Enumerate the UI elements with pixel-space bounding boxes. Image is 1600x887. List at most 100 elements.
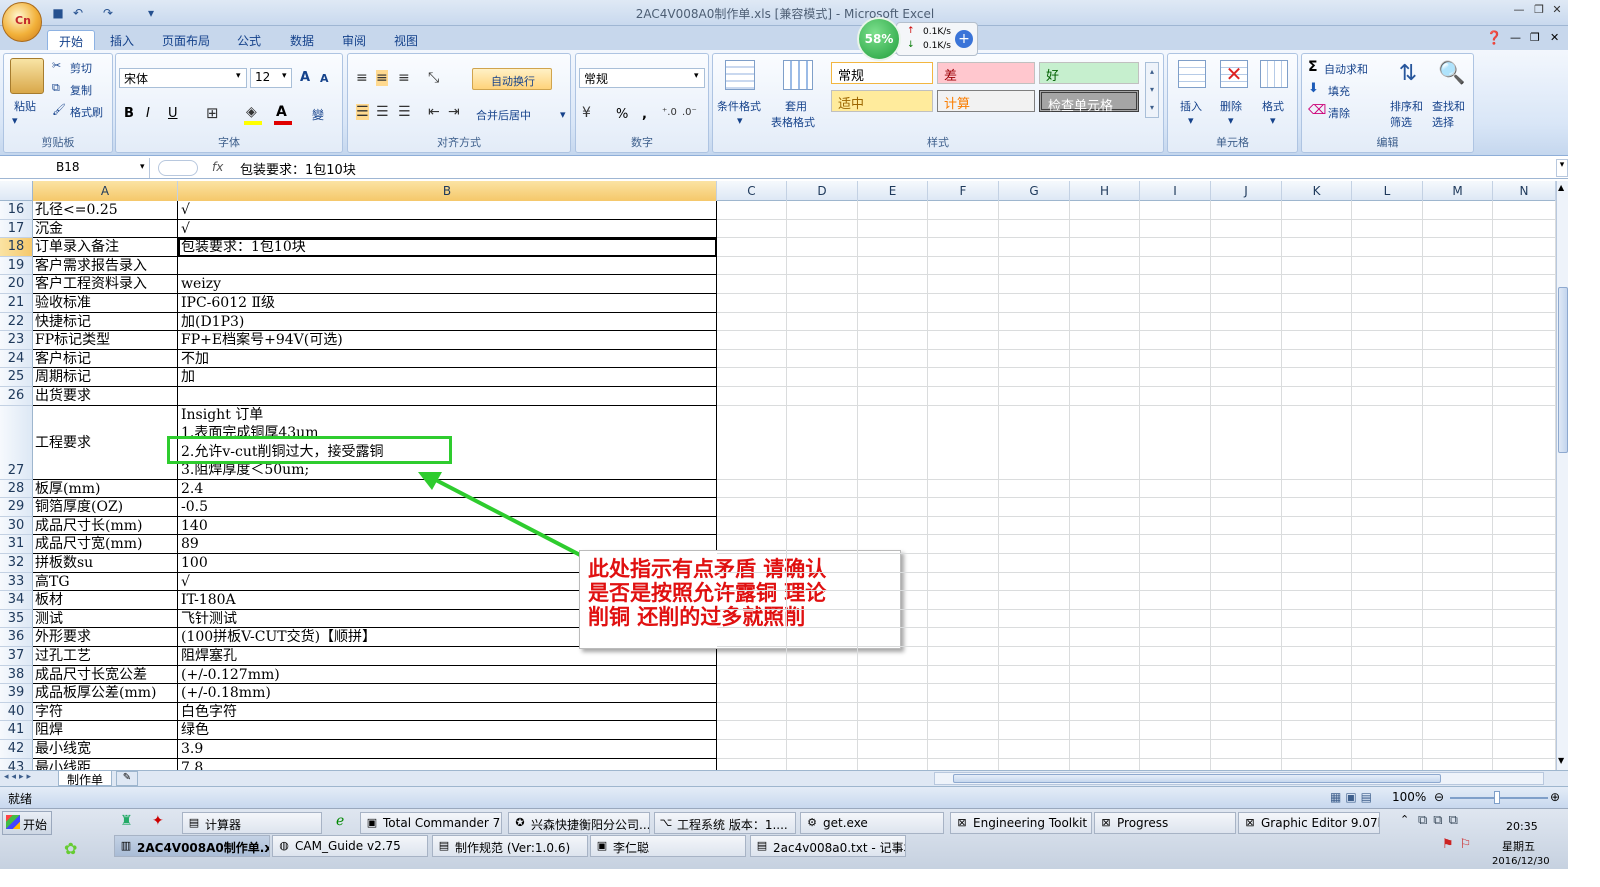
shrink-font-button[interactable]: A	[320, 72, 329, 85]
horizontal-scroll-thumb[interactable]	[953, 774, 1441, 783]
find-select-icon[interactable]: 🔍	[1438, 60, 1466, 88]
taskbar-item[interactable]: ⊠ Graphic Editor 9.07b2 ...	[1238, 812, 1380, 834]
cell-a[interactable]: 客户需求报告录入	[33, 256, 178, 276]
cell-a[interactable]: 板材	[33, 591, 178, 610]
taskbar-item[interactable]: ▤ 计算器	[182, 812, 322, 834]
cell-b[interactable]: 绿色	[178, 721, 717, 740]
row-header[interactable]: 26	[0, 387, 33, 406]
row-header[interactable]: 42	[0, 740, 33, 759]
row-header[interactable]: 36	[0, 628, 33, 647]
clock-time[interactable]: 20:35	[1506, 820, 1538, 833]
tray-icons-row2[interactable]: ⚑⚐	[1442, 837, 1477, 852]
start-button[interactable]: 开始	[2, 811, 52, 835]
column-header-6[interactable]: F	[928, 181, 999, 201]
cut-icon[interactable]: ✂	[52, 59, 61, 72]
format-dropdown-icon[interactable]: ▾	[1270, 114, 1276, 127]
cell-b[interactable]: (+/-0.18mm)	[178, 684, 717, 703]
column-header-13[interactable]: M	[1423, 181, 1493, 201]
column-header-1[interactable]: A	[33, 181, 178, 201]
column-header-14[interactable]: N	[1493, 181, 1556, 201]
cell-a[interactable]: 成品板厚公差(mm)	[33, 684, 178, 703]
cell-a[interactable]: 成品尺寸长宽公差	[33, 665, 178, 685]
align-right-icon[interactable]: ☰	[398, 104, 411, 120]
cell-a[interactable]: 高TG	[33, 572, 178, 592]
cell-b[interactable]: IPC-6012 Ⅱ级	[178, 294, 717, 313]
minimize-icon[interactable]: —	[1510, 3, 1528, 17]
sort-filter-button-line2[interactable]: 筛选	[1390, 114, 1412, 130]
style-calculation[interactable]: 计算	[937, 90, 1035, 112]
name-box[interactable]: B18	[0, 158, 150, 178]
copy-button[interactable]: 复制	[70, 82, 92, 98]
new-sheet-icon[interactable]: ✎	[116, 771, 138, 786]
increase-indent-icon[interactable]: ⇥	[448, 104, 460, 120]
tab-review[interactable]: 审阅	[336, 30, 372, 50]
copy-icon[interactable]: ⧉	[52, 81, 60, 95]
zoom-out-icon[interactable]: ⊖	[1434, 790, 1444, 804]
save-icon[interactable]: ■	[50, 5, 66, 21]
row-header[interactable]: 39	[0, 684, 33, 703]
cell-a[interactable]: 测试	[33, 609, 178, 629]
percent-button[interactable]: %	[616, 107, 628, 122]
row-header[interactable]: 32	[0, 554, 33, 573]
cut-button[interactable]: 剪切	[70, 60, 92, 76]
merge-dropdown-icon[interactable]: ▾	[560, 108, 566, 121]
scroll-up-icon[interactable]: ▲	[1558, 183, 1564, 192]
bold-button[interactable]: B	[124, 106, 134, 121]
column-header-4[interactable]: D	[787, 181, 858, 201]
merge-center-button[interactable]: 合并后居中	[476, 107, 531, 123]
phonetic-button[interactable]: 變	[312, 106, 324, 123]
style-normal[interactable]: 常规	[831, 62, 933, 84]
select-all-corner[interactable]	[0, 181, 33, 201]
cell-a[interactable]: 成品尺寸长(mm)	[33, 516, 178, 536]
vertical-scroll-thumb[interactable]	[1558, 287, 1568, 453]
column-header-7[interactable]: G	[999, 181, 1070, 201]
row-header[interactable]: 31	[0, 535, 33, 554]
grow-font-button[interactable]: A	[300, 70, 310, 85]
column-header-3[interactable]: C	[717, 181, 787, 201]
taskbar-item[interactable]: ▥ 2AC4V008A0制作单.x...	[114, 835, 270, 857]
row-header[interactable]: 28	[0, 479, 33, 499]
pdf-icon[interactable]: ✦	[152, 813, 164, 829]
taskbar-item[interactable]: ▣ Total Commander 7.0 ...	[360, 812, 502, 834]
cell-a[interactable]: 快捷标记	[33, 312, 178, 332]
browser-icon[interactable]: ℯ	[336, 813, 344, 829]
sheet-tab-active[interactable]: 制作单	[58, 771, 112, 787]
delete-cells-icon[interactable]: ✕	[1220, 60, 1248, 88]
horizontal-scrollbar[interactable]	[934, 772, 1544, 785]
cell-b[interactable]: 不加	[178, 349, 717, 369]
style-bad[interactable]: 差	[937, 62, 1035, 84]
customize-toolbar-icon[interactable]: ▾	[143, 5, 159, 21]
number-format-select[interactable]: 常规	[579, 68, 705, 88]
cell-b[interactable]: 3.9	[178, 740, 717, 759]
align-middle-icon[interactable]: ≡	[376, 70, 388, 86]
sort-filter-icon[interactable]: ⇅	[1394, 60, 1422, 88]
row-header[interactable]: 29	[0, 498, 33, 517]
close-icon[interactable]: ✕	[1548, 3, 1566, 17]
net-speed-percent[interactable]: 58%	[857, 17, 901, 61]
increase-decimal-icon[interactable]: ⁺.0	[662, 107, 677, 118]
clear-button[interactable]: 清除	[1328, 105, 1350, 121]
delete-cells-button[interactable]: 删除	[1220, 98, 1242, 114]
cell-a[interactable]: 客户工程资料录入	[33, 275, 178, 294]
row-header[interactable]: 20	[0, 275, 33, 294]
conditional-format-dropdown-icon[interactable]: ▾	[737, 114, 743, 127]
row-header[interactable]: 37	[0, 647, 33, 666]
table-format-button-line2[interactable]: 表格格式	[771, 114, 815, 130]
sheet-nav-icon[interactable]: ◂◂▸▸	[4, 772, 34, 782]
cell-a[interactable]: 板厚(mm)	[33, 479, 178, 499]
row-header[interactable]: 24	[0, 349, 33, 369]
zoom-slider-thumb[interactable]	[1494, 791, 1500, 804]
cell-a[interactable]: 铜箔厚度(OZ)	[33, 498, 178, 517]
insert-function-icon[interactable]: fx	[212, 160, 223, 174]
name-box-chevron-down-icon[interactable]: ▾	[140, 162, 145, 172]
conditional-format-icon[interactable]	[725, 60, 755, 90]
autosum-icon[interactable]: Σ	[1308, 59, 1318, 75]
orientation-icon[interactable]: ⤡	[428, 70, 439, 86]
office-button[interactable]: Cn	[2, 2, 42, 42]
cell-a[interactable]: 最小线宽	[33, 740, 178, 759]
cell-b[interactable]: weizy	[178, 275, 717, 294]
cell-a[interactable]: 成品尺寸宽(mm)	[33, 535, 178, 554]
taskbar-item[interactable]: ▤ 制作规范 (Ver:1.0.6)	[432, 835, 588, 857]
cell-a[interactable]: 拼板数su	[33, 554, 178, 573]
column-header-10[interactable]: J	[1211, 181, 1282, 201]
